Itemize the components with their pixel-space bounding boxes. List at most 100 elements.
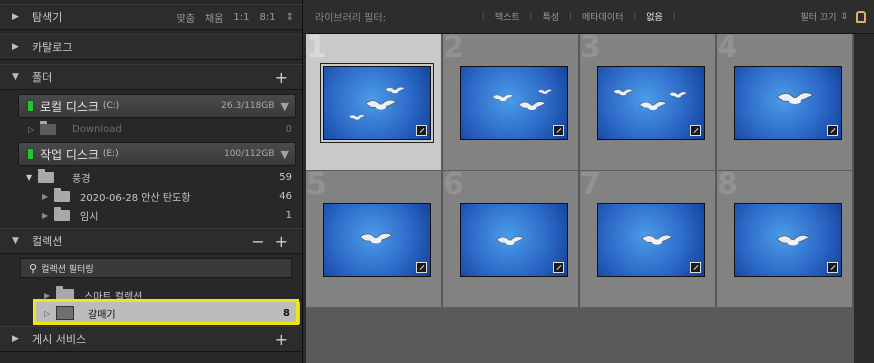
edit-badge-icon[interactable] [553,125,564,136]
volume-local-disk[interactable]: 로컬 디스크 (C:) 26.3/118GB ▼ [18,94,296,118]
collapse-triangle-icon[interactable]: ▼ [26,173,38,182]
left-panel: ▶ 탐색기 맞춤 채움 1:1 8:1 ⇕ ▶ 카탈로그 ▼ 폴더 + 로컬 디… [0,0,303,363]
volume-menu-icon[interactable]: ▼ [281,148,289,161]
folder-icon [54,206,70,221]
cell-index-number: 7 [580,171,601,202]
search-icon: ⚲ [29,261,38,275]
seagull-shape [640,230,674,253]
edit-badge-icon[interactable] [416,125,427,136]
filter-tab-none[interactable]: 없음 [646,10,663,23]
seagull-shape [491,89,515,108]
volume-name: 작업 디스크 [40,147,100,162]
edit-badge-icon[interactable] [416,262,427,273]
seagull-shape [638,97,668,118]
expand-triangle-icon[interactable]: ▶ [12,12,22,22]
edit-badge-icon[interactable] [827,125,838,136]
cell-index-number: 3 [580,34,601,65]
grid-scrollbar[interactable] [854,34,874,363]
zoom-1-1[interactable]: 1:1 [233,12,249,23]
photo-cell[interactable]: 7 [580,171,716,308]
photo-thumbnail[interactable] [460,203,568,277]
navigator-title: 탐색기 [32,11,63,24]
catalog-title: 카탈로그 [32,41,73,54]
remove-collection-icon[interactable]: − [251,232,264,251]
cell-index-number: 6 [443,171,464,202]
photo-thumbnail[interactable] [734,203,842,277]
filter-tab-text[interactable]: 텍스트 [495,10,520,23]
folder-count: 1 [285,209,292,221]
folder-label: Download [72,123,122,135]
separator: ⁞ [569,11,572,22]
volume-name: 로컬 디스크 [40,99,100,114]
seagull-shape [384,81,406,100]
expand-triangle-icon[interactable]: ▶ [42,211,54,220]
photo-cell[interactable]: 8 [717,171,853,308]
photo-cell[interactable]: 4 [717,34,853,171]
add-collection-icon[interactable]: + [275,232,288,251]
photo-cell[interactable]: 3 [580,34,716,171]
folder-temp[interactable]: ▶ 임시 1 [0,205,302,225]
seagull-shape [612,83,634,102]
photo-thumbnail[interactable] [320,63,434,143]
zoom-stepper-icon[interactable]: ⇕ [286,12,294,23]
zoom-fit[interactable]: 맞춤 [177,10,195,25]
photo-thumbnail[interactable] [597,66,705,140]
separator: ⁞ [529,11,533,22]
zoom-fill[interactable]: 채움 [205,10,223,25]
edit-badge-icon[interactable] [690,262,701,273]
publish-header[interactable]: ▶ 게시 서비스 + [0,326,302,352]
collection-filter-input[interactable]: ⚲ 컬렉션 필터링 [20,258,292,278]
filter-tab-metadata[interactable]: 메타데이터 [582,10,623,23]
photo-thumbnail[interactable] [460,66,568,140]
photo-cell[interactable]: 5 [306,171,442,308]
folders-header[interactable]: ▼ 폴더 + [0,64,302,90]
folder-label: 2020-06-28 안산 탄도항 [80,192,191,204]
separator: ⁞ [633,11,637,22]
expand-triangle-icon[interactable]: ▷ [28,125,40,134]
lock-icon[interactable] [856,10,866,23]
add-folder-icon[interactable]: + [275,68,288,87]
volume-menu-icon[interactable]: ▼ [281,100,289,113]
filter-tab-attribute[interactable]: 특성 [543,10,560,23]
folder-label: 임시 [80,211,99,223]
zoom-8-1[interactable]: 8:1 [260,12,276,23]
folder-icon [38,168,54,183]
library-filter-label: 라이브러리 필터: [315,13,386,24]
seagull-shape [775,87,815,113]
filter-off-menu[interactable]: 필터 끄기 [800,10,836,23]
separator: ⁞ [672,11,676,22]
navigator-header[interactable]: ▶ 탐색기 맞춤 채움 1:1 8:1 ⇕ [0,4,302,30]
cell-index-number: 8 [717,171,738,202]
edit-badge-icon[interactable] [827,262,838,273]
photo-thumbnail[interactable] [734,66,842,140]
folder-label: 풍경 [72,173,91,185]
folders-title: 폴더 [32,71,53,84]
photo-thumbnail[interactable] [323,203,431,277]
expand-triangle-icon[interactable]: ▶ [12,334,22,344]
expand-triangle-icon[interactable]: ▶ [12,42,22,52]
photo-cell[interactable]: 6 [443,171,579,308]
folder-download[interactable]: ▷ Download 0 [0,119,302,139]
photo-thumbnail[interactable] [597,203,705,277]
yellow-highlight-box [33,299,299,325]
catalog-header[interactable]: ▶ 카탈로그 [0,34,302,60]
volume-work-disk[interactable]: 작업 디스크 (E:) 100/112GB ▼ [18,142,296,166]
seagull-shape [517,97,547,118]
collapse-triangle-icon[interactable]: ▼ [12,72,22,82]
folder-ansan[interactable]: ▶ 2020-06-28 안산 탄도항 46 [0,186,302,206]
edit-badge-icon[interactable] [690,125,701,136]
collapse-triangle-icon[interactable]: ▼ [12,236,22,246]
seagull-shape [358,228,394,252]
photo-cell[interactable]: 1 [306,34,442,171]
photo-cell[interactable]: 2 [443,34,579,171]
seagull-shape [668,85,688,104]
collections-header[interactable]: ▼ 컬렉션 − + [0,228,302,254]
library-filter-bar: 라이브러리 필터: ⁞ 텍스트 ⁞ 특성 ⁞ 메타데이터 ⁞ 없음 ⁞ 필터 끄… [303,0,874,34]
folder-landscape[interactable]: ▼ 풍경 59 [0,167,302,187]
add-publish-icon[interactable]: + [275,330,288,349]
seagull-shape [775,230,811,254]
expand-triangle-icon[interactable]: ▶ [42,192,54,201]
seagull-shape [348,107,366,126]
edit-badge-icon[interactable] [553,262,564,273]
filter-menu-stepper-icon[interactable]: ⇕ [840,12,848,22]
